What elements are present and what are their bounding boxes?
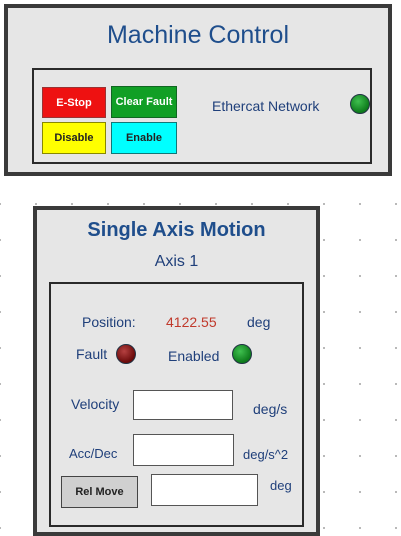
machine-control-panel: Machine Control E-Stop Clear Fault Disab… [4,4,392,176]
ethercat-network-label: Ethercat Network [212,98,320,114]
velocity-input[interactable] [133,390,233,420]
velocity-unit: deg/s [253,401,288,417]
position-unit: deg [247,314,271,330]
axis-label: Axis 1 [154,253,199,270]
rel-move-unit: deg [270,478,292,493]
accdec-unit: deg/s^2 [243,447,289,462]
rel-move-input[interactable] [151,474,258,506]
position-label: Position: [82,314,136,330]
estop-button[interactable]: E-Stop [42,87,106,118]
enabled-indicator [232,344,252,364]
fault-indicator [116,344,136,364]
single-axis-motion-panel: Single Axis Motion Axis 1 Position: 4122… [33,206,320,536]
disable-button[interactable]: Disable [42,122,106,154]
clear-fault-button[interactable]: Clear Fault [111,86,177,118]
enable-button[interactable]: Enable [111,122,177,154]
network-status-indicator [350,94,370,114]
axis-control-group: Position: 4122.55 deg Fault Enabled Velo… [49,282,304,527]
machine-control-title: Machine Control [106,21,290,49]
rel-move-button[interactable]: Rel Move [61,476,138,508]
enabled-label: Enabled [168,348,220,364]
position-value: 4122.55 [166,314,217,330]
accdec-input[interactable] [133,434,234,466]
accdec-label: Acc/Dec [69,446,118,461]
single-axis-title: Single Axis Motion [87,219,266,241]
velocity-label: Velocity [71,396,120,412]
fault-label: Fault [76,346,108,362]
machine-control-group: E-Stop Clear Fault Disable Enable Etherc… [32,68,372,164]
